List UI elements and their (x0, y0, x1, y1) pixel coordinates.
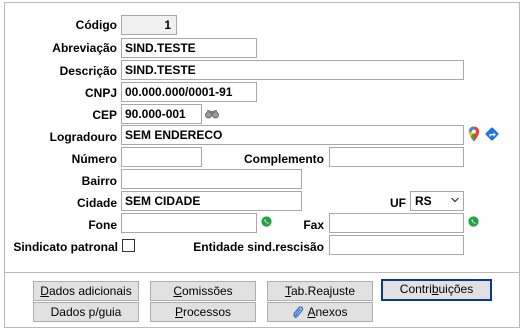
cidade-label: Cidade (76, 196, 117, 210)
btn-label-mnemonic: P (174, 305, 183, 319)
map-pin-icon[interactable] (468, 126, 480, 142)
directions-icon[interactable] (485, 127, 499, 141)
cidade-field[interactable]: SEM CIDADE (121, 191, 302, 211)
entidade-rescisao-label: Entidade sind.rescisão (193, 240, 324, 254)
contribuicoes-button[interactable]: Contribuições (381, 279, 492, 301)
bairro-field[interactable] (121, 169, 302, 189)
btn-label-mnemonic: C (173, 284, 182, 298)
cnpj-label: CNPJ (84, 86, 117, 100)
cep-field[interactable]: 90.000-001 (121, 104, 202, 124)
comissoes-button[interactable]: Comissões (150, 281, 256, 301)
codigo-label: Código (75, 18, 117, 32)
codigo-field[interactable]: 1 (121, 15, 177, 35)
fone-field[interactable] (121, 213, 257, 233)
anexos-button[interactable]: Anexos (267, 302, 373, 322)
fone-label: Fone (88, 218, 117, 232)
uf-value: RS (415, 194, 432, 208)
logradouro-label: Logradouro (49, 130, 117, 144)
btn-label-mnemonic: D (40, 284, 49, 298)
cep-label: CEP (92, 108, 117, 122)
btn-label-post: ados adicionais (48, 284, 132, 298)
uf-label: UF (390, 196, 406, 210)
descricao-field[interactable]: SIND.TESTE (121, 60, 464, 80)
chevron-down-icon (451, 197, 459, 203)
processos-button[interactable]: Processos (150, 302, 256, 322)
fax-label: Fax (303, 218, 324, 232)
btn-label-mnemonic: b (431, 282, 439, 296)
btn-label-pre: Contri (399, 282, 432, 296)
dados-adicionais-button[interactable]: Dados adicionais (33, 281, 139, 301)
btn-label-post: nexos (315, 305, 348, 319)
whatsapp-icon[interactable] (261, 216, 272, 227)
paperclip-icon (293, 306, 304, 319)
bairro-label: Bairro (81, 174, 117, 188)
btn-label-post: uia (105, 305, 122, 319)
logradouro-field[interactable]: SEM ENDERECO (121, 125, 464, 145)
cnpj-field[interactable]: 00.000.000/0001-91 (121, 82, 257, 102)
btn-label-post: uições (438, 282, 474, 296)
whatsapp-icon[interactable] (468, 216, 479, 227)
complemento-field[interactable] (329, 147, 464, 167)
sindicato-patronal-checkbox[interactable] (122, 239, 135, 252)
descricao-label: Descrição (59, 64, 117, 78)
fax-field[interactable] (329, 213, 464, 233)
binoculars-icon[interactable] (205, 109, 219, 119)
abreviacao-field[interactable]: SIND.TESTE (121, 38, 257, 58)
numero-field[interactable] (121, 147, 202, 167)
uf-select[interactable]: RS (410, 191, 464, 211)
sindicato-patronal-label: Sindicato patronal (13, 240, 118, 254)
dados-guia-button[interactable]: Dados p/guia (33, 302, 139, 322)
btn-label-pre: Dados p/ (50, 305, 99, 319)
btn-label-post: ab.Reajuste (290, 284, 356, 298)
entidade-rescisao-field[interactable] (329, 235, 464, 255)
btn-label-post: rocessos (182, 305, 232, 319)
btn-label-post: omissões (181, 284, 233, 298)
abreviacao-label: Abreviação (52, 41, 117, 55)
tab-reajuste-button[interactable]: Tab.Reajuste (267, 281, 373, 301)
numero-label: Número (71, 152, 117, 166)
complemento-label: Complemento (243, 152, 324, 166)
